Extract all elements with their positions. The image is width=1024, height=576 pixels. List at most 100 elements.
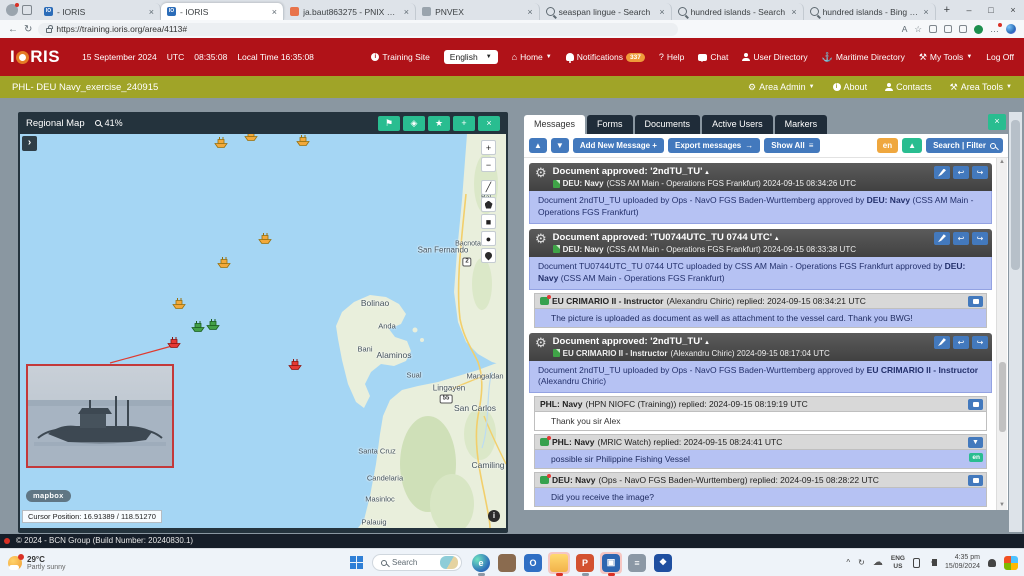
reply-action-button[interactable] (968, 475, 983, 486)
message-header[interactable]: ⚙Document approved: 'TU0744UTC_TU 0744 U… (529, 229, 992, 257)
reply-header[interactable]: PHL: Navy (HPN NIOFC (Training)) replied… (534, 396, 987, 412)
search-filter-button[interactable]: Search | Filter (926, 138, 1003, 153)
unknown-vessel-icon[interactable] (214, 136, 229, 154)
reply-action-button[interactable]: ▼ (968, 437, 983, 448)
reply-header[interactable]: EU CRIMARIO II - Instructor (Alexandru C… (534, 293, 987, 309)
notification-bell-icon[interactable] (988, 559, 996, 567)
nav-item-notifications[interactable]: Notifications337 (566, 52, 645, 62)
unknown-vessel-icon[interactable] (217, 256, 232, 274)
mapbox-attribution[interactable]: mapbox (26, 490, 71, 502)
sort-up-button[interactable]: ▲ (529, 138, 547, 153)
nav-item-user-directory[interactable]: User Directory (742, 52, 807, 62)
taskbar-app-powerpoint[interactable]: P (574, 552, 596, 574)
reply-action-button[interactable] (968, 296, 983, 307)
browser-page-scrollbar[interactable] (1009, 112, 1022, 532)
browser-essentials-icon[interactable] (974, 25, 983, 34)
vessel-photo-overlay[interactable] (26, 364, 174, 468)
language-select[interactable]: English▼ (444, 50, 498, 64)
friendly-vessel-icon[interactable] (191, 320, 206, 338)
center-map-button[interactable]: ◈ (403, 116, 425, 131)
forward-button[interactable]: ↪ (972, 232, 988, 245)
attach-button[interactable] (934, 232, 950, 245)
tab-close-icon[interactable]: × (791, 7, 796, 17)
export-messages-button[interactable]: Export messages→ (668, 138, 760, 153)
reply-button[interactable]: ↩ (953, 336, 969, 349)
close-panel-button[interactable]: × (988, 114, 1006, 130)
settings-menu-icon[interactable]: … (990, 24, 999, 34)
area-nav-area-admin[interactable]: ⚙Area Admin▼ (748, 82, 815, 93)
map-canvas[interactable]: BalBacnotaSan FernandoBolinaoAndaBaniAla… (20, 134, 506, 528)
favorite-button[interactable]: ★ (428, 116, 450, 131)
tab-actions-icon[interactable] (22, 5, 32, 15)
reply-action-button[interactable] (968, 399, 983, 410)
tab-close-icon[interactable]: × (923, 7, 928, 17)
read-aloud-icon[interactable]: A (902, 24, 908, 34)
favorite-star-icon[interactable]: ☆ (914, 24, 922, 35)
collections-icon[interactable] (959, 25, 967, 33)
tab-close-icon[interactable]: × (272, 7, 277, 17)
nav-item-home[interactable]: ⌂Home▼ (512, 52, 552, 62)
favorites-icon[interactable] (944, 25, 952, 33)
draw-circle-button[interactable]: ● (481, 231, 496, 246)
reply-header[interactable]: DEU: Navy (Ops - NavO FGS Baden-Wurttemb… (534, 472, 987, 488)
browser-tab-0[interactable]: IO- IORIS× (38, 3, 161, 20)
nav-item-chat[interactable]: Chat (698, 52, 728, 62)
reply-button[interactable]: ↩ (953, 166, 969, 179)
nav-item-maritime-directory[interactable]: ⚓Maritime Directory (822, 52, 905, 63)
add-layer-button[interactable]: + (453, 116, 475, 131)
close-window-button[interactable]: × (1002, 0, 1024, 20)
map-sidebar-expand-button[interactable]: › (22, 136, 37, 151)
browser-tab-1[interactable]: IO- IORIS× (161, 3, 284, 20)
area-nav-contacts[interactable]: Contacts (885, 82, 932, 92)
clock[interactable]: 4:35 pm15/09/2024 (945, 554, 980, 571)
message-scrollbar[interactable]: ▲ ▼ (996, 158, 1007, 510)
copilot-icon[interactable] (1006, 24, 1016, 34)
nav-item-training-site[interactable]: iTraining Site (371, 52, 429, 62)
area-nav-about[interactable]: iAbout (833, 82, 868, 92)
tab-active-users[interactable]: Active Users (702, 115, 773, 134)
tab-markers[interactable]: Markers (775, 115, 828, 134)
taskbar-app-file-explorer[interactable] (548, 552, 570, 574)
alert-vessel-icon[interactable] (167, 336, 182, 354)
friendly-vessel-icon[interactable] (206, 318, 221, 336)
alert-vessel-icon[interactable] (288, 358, 303, 376)
browser-tab-6[interactable]: hundred islands - Bing Maps× (804, 3, 936, 20)
reply-button[interactable]: ↩ (953, 232, 969, 245)
taskbar-weather[interactable]: 29°C Partly sunny (0, 555, 180, 571)
page-scroll-thumb[interactable] (1011, 120, 1020, 270)
drop-marker-button[interactable] (481, 248, 496, 263)
new-tab-button[interactable]: + (936, 4, 958, 16)
taskbar-app-remote-desktop[interactable]: ▣ (600, 552, 622, 574)
minimize-button[interactable]: – (958, 0, 980, 20)
tab-forms[interactable]: Forms (587, 115, 633, 134)
tray-expand-icon[interactable]: ^ (846, 558, 850, 567)
tab-close-icon[interactable]: × (404, 7, 409, 17)
tab-close-icon[interactable]: × (659, 7, 664, 17)
unknown-vessel-icon[interactable] (258, 232, 273, 250)
zoom-out-button[interactable]: − (481, 157, 496, 172)
measure-line-button[interactable]: ╱ (481, 180, 496, 195)
maximize-button[interactable]: □ (980, 0, 1002, 20)
sync-icon[interactable]: ↻ (858, 558, 865, 567)
nav-item-log-off[interactable]: Log Off (986, 52, 1014, 62)
close-map-button[interactable]: × (478, 116, 500, 131)
widgets-icon[interactable] (1004, 556, 1018, 570)
unknown-vessel-icon[interactable] (244, 134, 259, 147)
comment-button[interactable]: ⚑ (378, 116, 400, 131)
profile-icon[interactable] (6, 4, 18, 16)
taskbar-search[interactable]: Search (372, 554, 462, 571)
scrollbar-thumb[interactable] (999, 362, 1006, 432)
translate-button[interactable]: en (877, 138, 898, 153)
tab-documents[interactable]: Documents (635, 115, 701, 134)
taskbar-app-briefcase[interactable] (496, 552, 518, 574)
taskbar-app-outlook[interactable]: O (522, 552, 544, 574)
taskbar-app-edge[interactable]: e (470, 552, 492, 574)
sort-down-button[interactable]: ▼ (551, 138, 569, 153)
draw-rectangle-button[interactable]: ■ (481, 214, 496, 229)
url-field[interactable]: https://training.ioris.org/area/4113# (38, 23, 678, 36)
browser-tab-3[interactable]: PNVEX× (416, 3, 540, 20)
zoom-in-button[interactable]: + (481, 140, 496, 155)
tab-close-icon[interactable]: × (149, 7, 154, 17)
show-all-button[interactable]: Show All≡ (764, 138, 820, 153)
forward-button[interactable]: ↪ (972, 166, 988, 179)
